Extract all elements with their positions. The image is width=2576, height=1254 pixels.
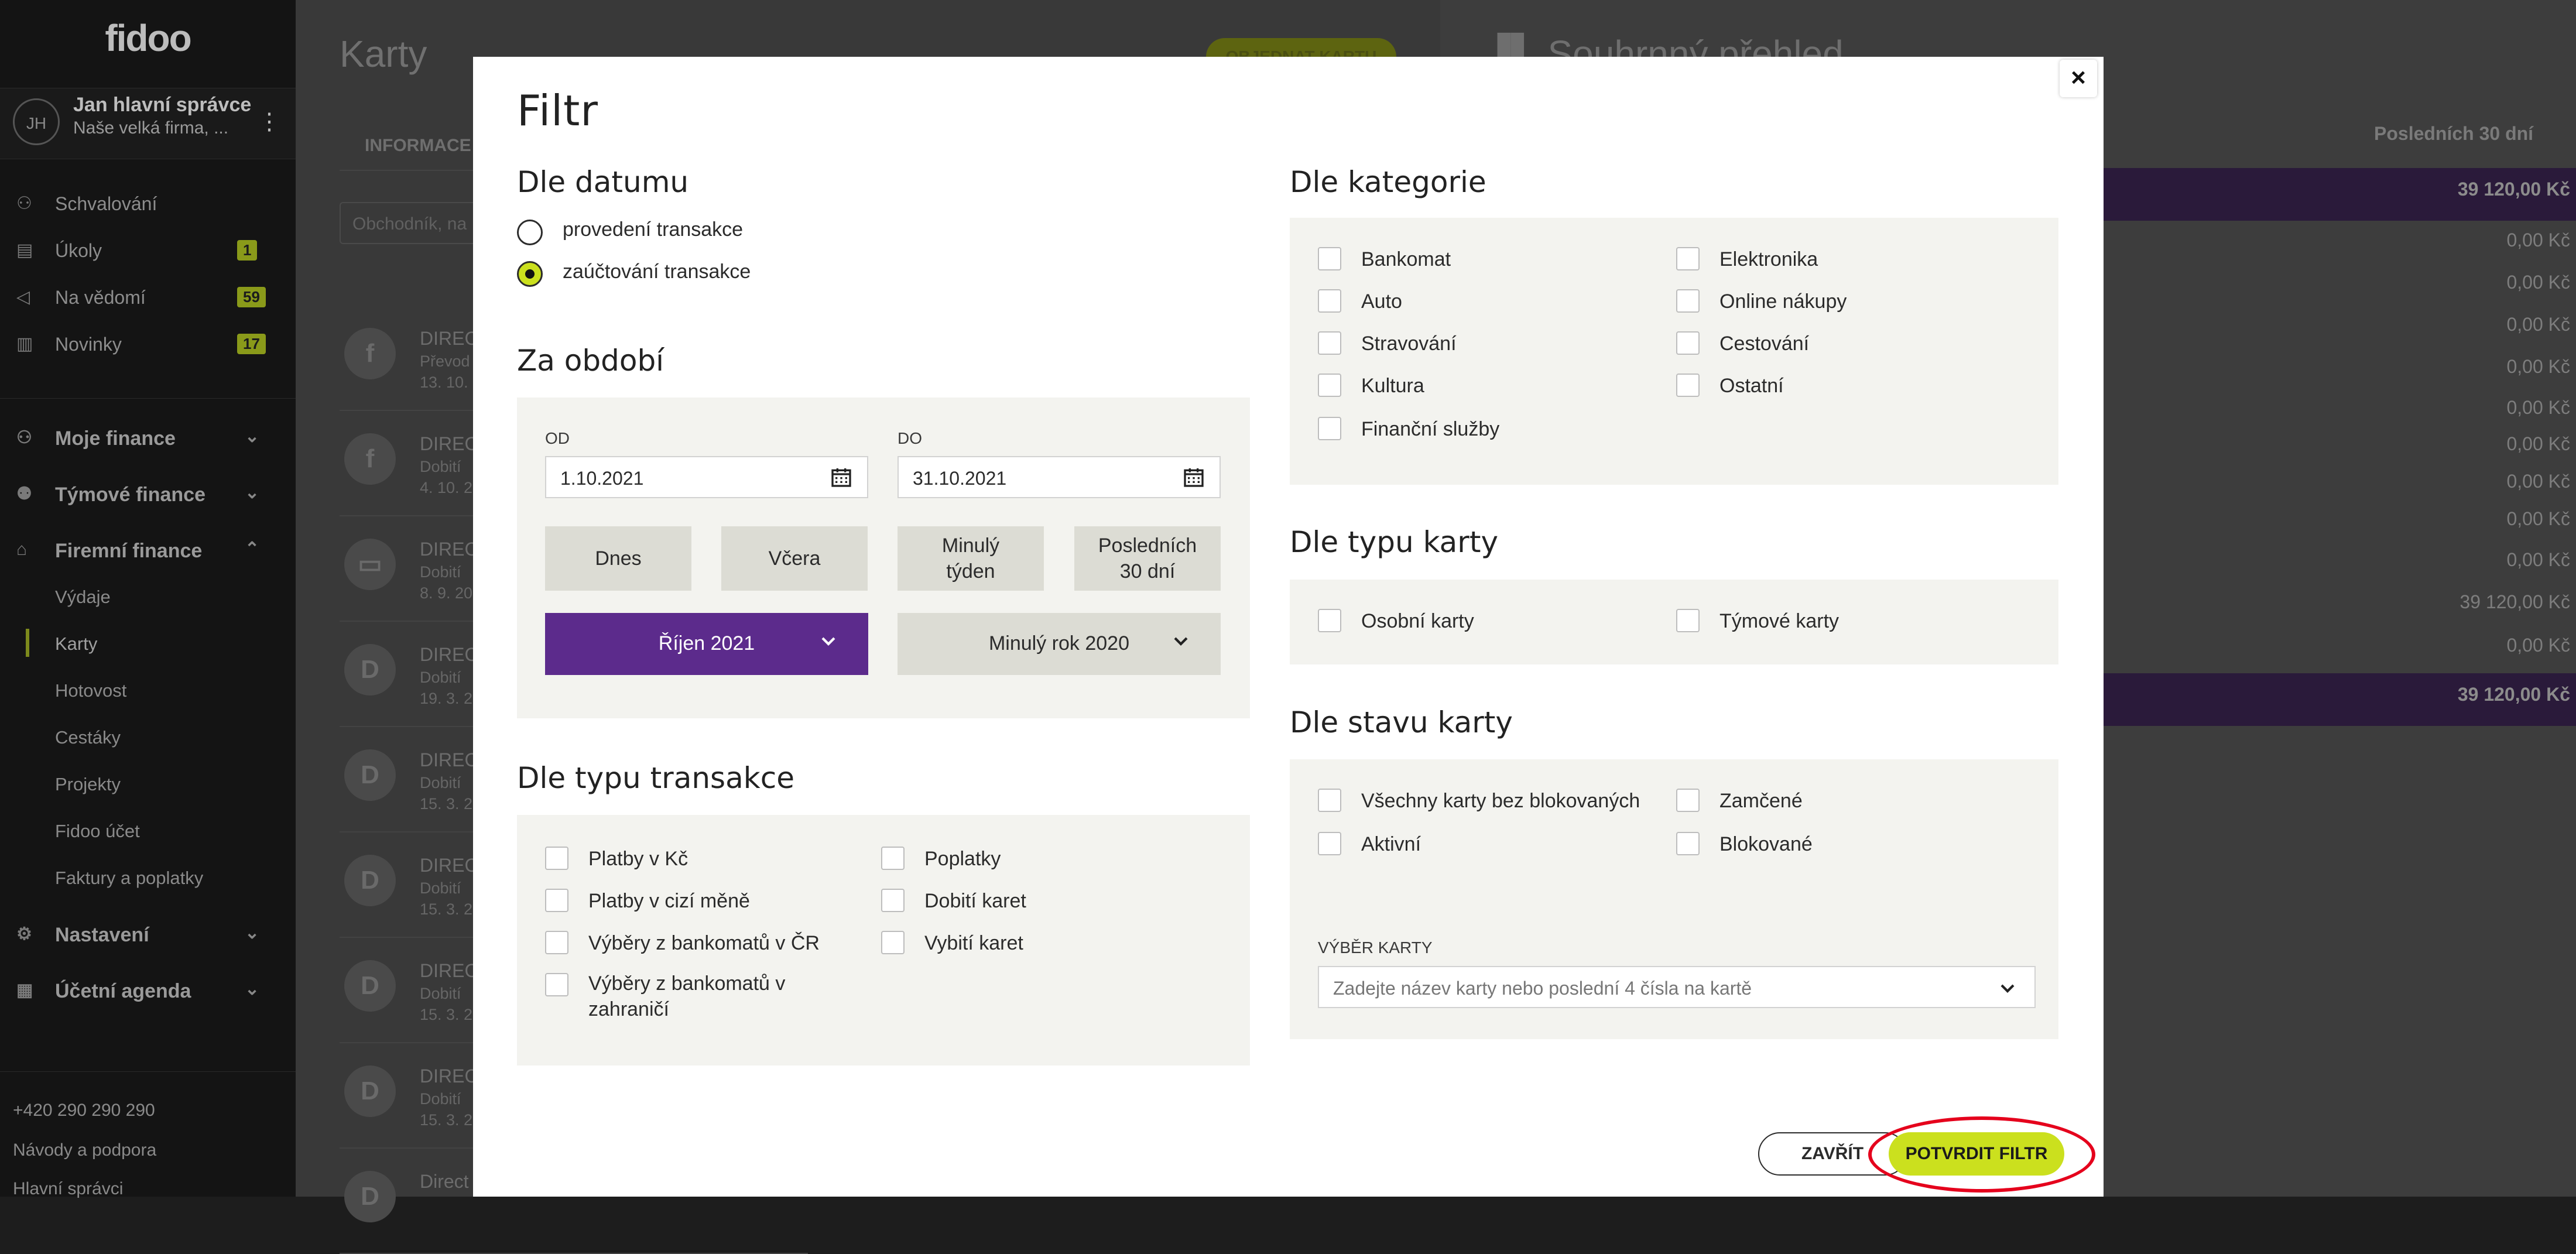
checkbox[interactable] bbox=[1676, 832, 1700, 855]
checkbox-label: Osobní karty bbox=[1361, 610, 1474, 632]
chevron-down-icon bbox=[821, 637, 835, 646]
section-by-date-heading: Dle datumu bbox=[517, 165, 689, 199]
radio-transaction-performed[interactable] bbox=[517, 220, 543, 245]
checkbox[interactable] bbox=[545, 847, 568, 870]
section-transaction-type-heading: Dle typu transakce bbox=[517, 761, 794, 795]
checkbox[interactable] bbox=[1318, 609, 1341, 632]
date-to-value: 31.10.2021 bbox=[913, 468, 1007, 489]
checkbox[interactable] bbox=[1318, 417, 1341, 440]
period-panel: OD 1.10.2021 DO 31.10.2021 Dnes Včera Mi… bbox=[517, 398, 1250, 718]
checkbox[interactable] bbox=[545, 889, 568, 912]
card-select-placeholder: Zadejte název karty nebo poslední 4 čísl… bbox=[1333, 978, 1752, 999]
card-state-panel: Všechny karty bez blokovaných Aktivní Za… bbox=[1290, 759, 2058, 1039]
radio-label: zaúčtování transakce bbox=[563, 261, 751, 283]
quick-yesterday-button[interactable]: Včera bbox=[721, 526, 868, 591]
date-to-input[interactable]: 31.10.2021 bbox=[898, 456, 1221, 498]
category-panel: Bankomat Auto Stravování Kultura Finančn… bbox=[1290, 218, 2058, 485]
checkbox[interactable] bbox=[545, 931, 568, 954]
checkbox-label: Platby v Kč bbox=[588, 848, 688, 870]
date-from-label: OD bbox=[545, 429, 570, 447]
checkbox-label: Cestování bbox=[1719, 333, 1810, 355]
checkbox[interactable] bbox=[1318, 832, 1341, 855]
date-from-value: 1.10.2021 bbox=[560, 468, 644, 489]
checkbox-label: Vybití karet bbox=[924, 932, 1023, 954]
quick-last-week-button[interactable]: Minulý týden bbox=[898, 526, 1044, 591]
radio-transaction-posted[interactable] bbox=[517, 261, 543, 287]
checkbox-label: Bankomat bbox=[1361, 248, 1451, 270]
checkbox-label: Všechny karty bez blokovaných bbox=[1361, 790, 1640, 812]
year-select[interactable]: Minulý rok 2020 bbox=[898, 613, 1221, 675]
checkbox-label: Týmové karty bbox=[1719, 610, 1839, 632]
radio-label: provedení transakce bbox=[563, 218, 744, 241]
date-from-input[interactable]: 1.10.2021 bbox=[545, 456, 868, 498]
checkbox[interactable] bbox=[1318, 374, 1341, 397]
checkbox-label: Elektronika bbox=[1719, 248, 1818, 270]
checkbox[interactable] bbox=[1676, 247, 1700, 270]
section-card-state-heading: Dle stavu karty bbox=[1290, 705, 1513, 739]
filter-modal: Filtr × Dle datumu provedení transakce z… bbox=[473, 57, 2104, 1197]
checkbox[interactable] bbox=[881, 931, 905, 954]
chevron-down-icon bbox=[2000, 984, 2015, 993]
close-icon[interactable]: × bbox=[2060, 60, 2097, 97]
checkbox[interactable] bbox=[881, 847, 905, 870]
checkbox-label: Poplatky bbox=[924, 848, 1001, 870]
month-select[interactable]: Říjen 2021 bbox=[545, 613, 868, 675]
checkbox[interactable] bbox=[1676, 289, 1700, 313]
checkbox-label: Auto bbox=[1361, 290, 1402, 313]
checkbox-label: Výběry z bankomatů v ČR bbox=[588, 932, 820, 954]
card-type-panel: Osobní karty Týmové karty bbox=[1290, 580, 2058, 664]
checkbox-label: Online nákupy bbox=[1719, 290, 1847, 313]
checkbox[interactable] bbox=[1318, 247, 1341, 270]
checkbox-label: Blokované bbox=[1719, 833, 1813, 855]
checkbox[interactable] bbox=[545, 973, 568, 996]
checkbox-label: Kultura bbox=[1361, 375, 1424, 397]
date-to-label: DO bbox=[898, 429, 922, 447]
transaction-type-panel: Platby v Kč Platby v cizí měně Výběry z … bbox=[517, 815, 1250, 1065]
checkbox-label: Aktivní bbox=[1361, 833, 1421, 855]
checkbox[interactable] bbox=[1676, 374, 1700, 397]
checkbox[interactable] bbox=[1318, 289, 1341, 313]
checkbox-label: Stravování bbox=[1361, 333, 1457, 355]
calendar-icon[interactable] bbox=[1182, 465, 1205, 489]
calendar-icon[interactable] bbox=[830, 465, 853, 489]
modal-title: Filtr bbox=[517, 86, 599, 135]
checkbox[interactable] bbox=[1318, 789, 1341, 812]
checkbox-label: Platby v cizí měně bbox=[588, 890, 750, 912]
quick-last-30-days-button[interactable]: Posledních 30 dní bbox=[1074, 526, 1221, 591]
chevron-down-icon bbox=[1174, 637, 1188, 646]
checkbox[interactable] bbox=[1676, 331, 1700, 355]
checkbox-label: Ostatní bbox=[1719, 375, 1784, 397]
checkbox[interactable] bbox=[881, 889, 905, 912]
section-period-heading: Za období bbox=[517, 344, 664, 378]
checkbox-label: Zamčené bbox=[1719, 790, 1803, 812]
card-select[interactable]: Zadejte název karty nebo poslední 4 čísl… bbox=[1318, 966, 2036, 1008]
quick-today-button[interactable]: Dnes bbox=[545, 526, 691, 591]
checkbox[interactable] bbox=[1318, 331, 1341, 355]
checkbox[interactable] bbox=[1676, 789, 1700, 812]
checkbox-label: Výběry z bankomatů v zahraničí bbox=[588, 972, 786, 1020]
checkbox[interactable] bbox=[1676, 609, 1700, 632]
checkbox-label: Dobití karet bbox=[924, 890, 1026, 912]
section-category-heading: Dle kategorie bbox=[1290, 165, 1486, 199]
section-card-type-heading: Dle typu karty bbox=[1290, 525, 1499, 559]
highlight-ellipse bbox=[1868, 1116, 2095, 1193]
card-select-label: VÝBĚR KARTY bbox=[1318, 938, 1433, 957]
checkbox-label: Finanční služby bbox=[1361, 418, 1500, 440]
